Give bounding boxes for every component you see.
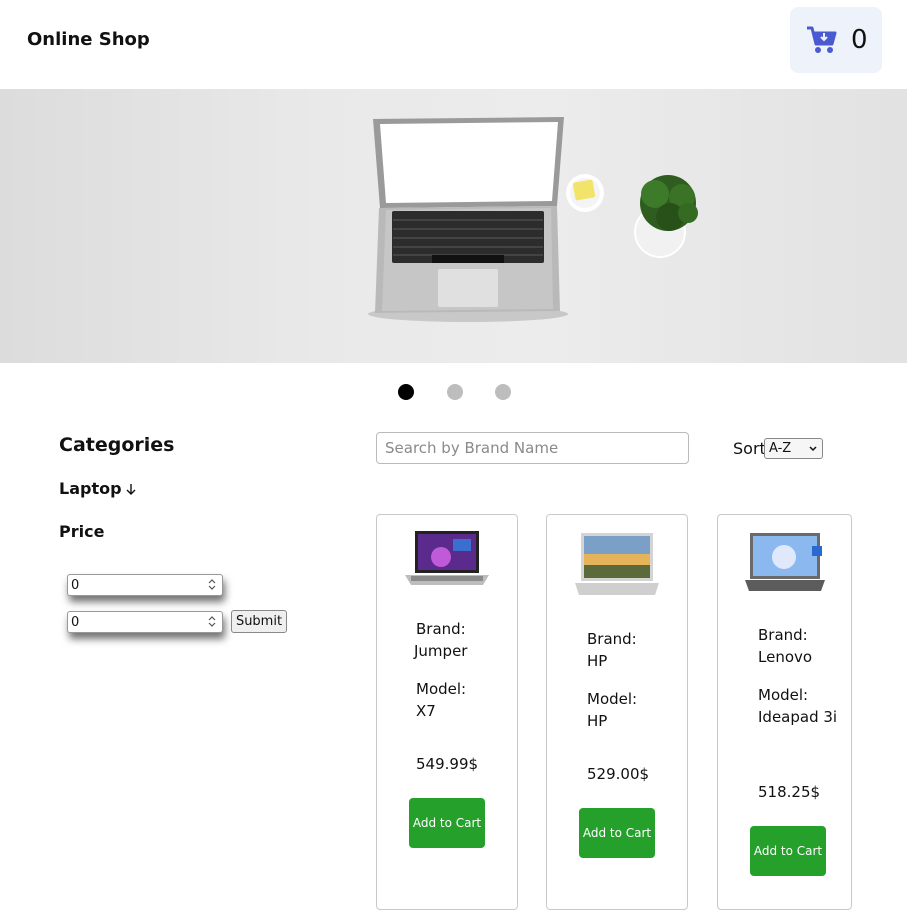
model-label: Model:	[758, 686, 809, 704]
model-label: Model:	[416, 680, 467, 698]
model-value: Ideapad 3i	[758, 708, 838, 726]
model-value: HP	[587, 712, 608, 730]
add-to-cart-button[interactable]: Add to Cart	[750, 826, 826, 876]
product-card: Brand: HP Model: HP 529.00$ Add to Cart	[546, 514, 688, 910]
price: 529.00$	[587, 765, 650, 783]
laptop-image	[745, 533, 825, 591]
product-card: Brand: Lenovo Model: Ideapad 3i 518.25$ …	[717, 514, 852, 910]
model-value: X7	[416, 702, 436, 720]
product-card: Brand: Jumper Model: X7 549.99$ Add to C…	[376, 514, 518, 910]
arrow-down-icon	[126, 483, 136, 495]
category-label: Laptop	[59, 479, 122, 498]
price: 549.99$	[416, 755, 479, 773]
site-title[interactable]: Online Shop	[27, 29, 150, 50]
sort-value: A-Z	[769, 441, 792, 456]
model-label: Model:	[587, 690, 638, 708]
laptop-image	[405, 531, 489, 585]
carousel-dot-3[interactable]	[495, 384, 511, 400]
price-heading: Price	[59, 522, 105, 541]
search-input[interactable]: Search by Brand Name	[376, 432, 689, 464]
add-to-cart-button[interactable]: Add to Cart	[579, 808, 655, 858]
spinner-icon[interactable]	[206, 577, 218, 592]
chevron-down-icon	[809, 446, 817, 452]
submit-button[interactable]: Submit	[231, 610, 287, 633]
category-laptop[interactable]: Laptop	[59, 479, 138, 498]
brand-label: Brand:	[758, 626, 808, 644]
brand-label: Brand:	[416, 620, 466, 638]
brand-value: Jumper	[414, 642, 468, 660]
spinner-icon[interactable]	[206, 614, 218, 629]
laptop-desk-image	[368, 117, 698, 322]
carousel-dot-2[interactable]	[447, 384, 463, 400]
header: Online Shop 0	[0, 0, 907, 89]
hero-banner-image	[0, 89, 907, 363]
carousel-dot-1[interactable]	[398, 384, 414, 400]
brand-label: Brand:	[587, 630, 637, 648]
sort-label: Sort	[733, 439, 766, 458]
cart-count: 0	[851, 25, 868, 55]
sort-select[interactable]: A-Z	[764, 438, 823, 459]
shopping-cart-icon	[807, 26, 837, 53]
add-to-cart-button[interactable]: Add to Cart	[409, 798, 485, 848]
min-price-input[interactable]: 0	[67, 574, 223, 596]
brand-value: HP	[587, 652, 608, 670]
max-price-input[interactable]: 0	[67, 611, 223, 633]
price: 518.25$	[758, 783, 821, 801]
laptop-image	[575, 533, 659, 595]
brand-value: Lenovo	[758, 648, 813, 666]
cart-button[interactable]: 0	[790, 7, 882, 73]
categories-heading: Categories	[59, 434, 175, 456]
